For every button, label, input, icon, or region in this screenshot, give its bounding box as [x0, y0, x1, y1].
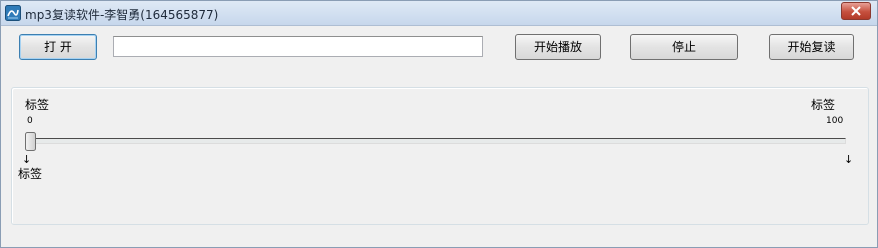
app-icon	[5, 5, 21, 21]
slider-label-right: 标签	[811, 98, 836, 112]
file-path-field[interactable]	[113, 36, 483, 57]
open-button[interactable]: 打 开	[19, 34, 97, 60]
slider-max-label: 100	[826, 116, 844, 126]
play-button[interactable]: 开始播放	[515, 34, 601, 60]
close-icon	[851, 6, 861, 16]
start-marker-arrow: ↓	[22, 153, 32, 166]
close-button[interactable]	[841, 2, 871, 20]
repeat-button[interactable]: 开始复读	[769, 34, 854, 60]
stop-button[interactable]: 停止	[630, 34, 738, 60]
slider-group	[11, 87, 869, 225]
slider-label-left: 标签	[25, 98, 50, 112]
start-marker-label: 标签	[18, 167, 43, 181]
title-bar[interactable]: mp3复读软件-李智勇(164565877)	[1, 1, 877, 26]
slider-min-label: 0	[27, 116, 33, 126]
window-title: mp3复读软件-李智勇(164565877)	[25, 8, 219, 22]
end-marker-arrow: ↓	[844, 153, 854, 166]
main-window: mp3复读软件-李智勇(164565877) 打 开 开始播放 停止 开始复读 …	[0, 0, 878, 248]
slider-thumb[interactable]	[25, 132, 36, 151]
position-slider-track[interactable]	[29, 138, 846, 144]
